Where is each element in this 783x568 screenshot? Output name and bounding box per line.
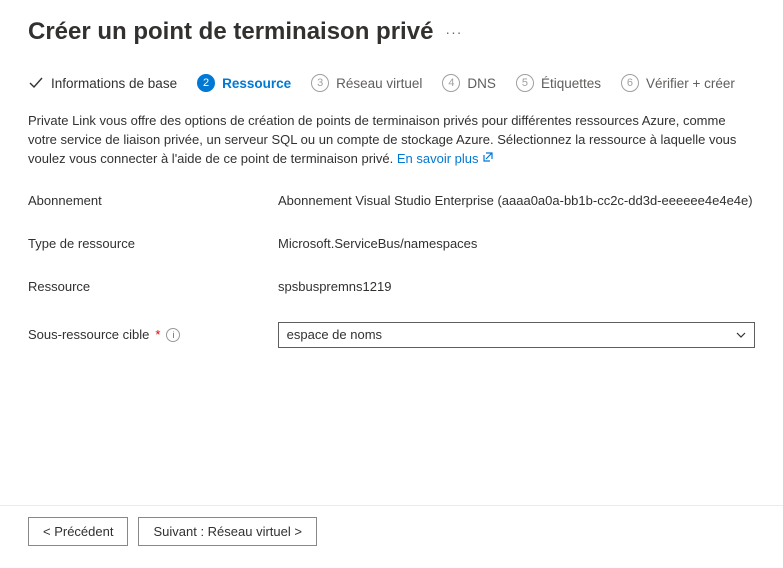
page-title: Créer un point de terminaison privé: [28, 18, 433, 46]
tab-label: Étiquettes: [541, 76, 601, 91]
tab-label: Ressource: [222, 76, 291, 91]
resource-type-value: Microsoft.ServiceBus/namespaces: [278, 236, 477, 251]
step-number: 3: [311, 74, 329, 92]
tab-label: DNS: [467, 76, 496, 91]
step-number: 2: [197, 74, 215, 92]
learn-more-link[interactable]: En savoir plus: [397, 151, 494, 166]
tab-basics[interactable]: Informations de base: [28, 75, 177, 91]
chevron-down-icon: [734, 328, 748, 342]
footer-divider: [0, 505, 783, 506]
target-subresource-select[interactable]: espace de noms: [278, 322, 755, 348]
target-subresource-label: Sous-ressource cible * i: [28, 327, 278, 342]
tab-label: Vérifier + créer: [646, 76, 735, 91]
previous-button[interactable]: < Précédent: [28, 517, 128, 546]
description-text: Private Link vous offre des options de c…: [28, 112, 755, 169]
tab-resource[interactable]: 2 Ressource: [197, 74, 291, 92]
tab-label: Réseau virtuel: [336, 76, 422, 91]
step-number: 5: [516, 74, 534, 92]
step-number: 6: [621, 74, 639, 92]
resource-type-label: Type de ressource: [28, 236, 278, 251]
subscription-label: Abonnement: [28, 193, 278, 208]
tab-label: Informations de base: [51, 76, 177, 91]
wizard-steps: Informations de base 2 Ressource 3 Résea…: [0, 58, 783, 104]
info-icon[interactable]: i: [166, 328, 180, 342]
check-icon: [28, 75, 44, 91]
required-indicator: *: [155, 327, 160, 342]
tab-tags[interactable]: 5 Étiquettes: [516, 74, 601, 92]
desc-body: Private Link vous offre des options de c…: [28, 113, 736, 166]
more-actions[interactable]: ···: [445, 24, 462, 40]
tab-review-create[interactable]: 6 Vérifier + créer: [621, 74, 735, 92]
tab-dns[interactable]: 4 DNS: [442, 74, 496, 92]
next-button[interactable]: Suivant : Réseau virtuel >: [138, 517, 317, 546]
subscription-value: Abonnement Visual Studio Enterprise (aaa…: [278, 193, 753, 208]
select-value: espace de noms: [287, 327, 382, 342]
tab-virtual-network[interactable]: 3 Réseau virtuel: [311, 74, 422, 92]
external-link-icon: [482, 150, 494, 169]
step-number: 4: [442, 74, 460, 92]
resource-label: Ressource: [28, 279, 278, 294]
resource-value: spsbuspremns1219: [278, 279, 391, 294]
